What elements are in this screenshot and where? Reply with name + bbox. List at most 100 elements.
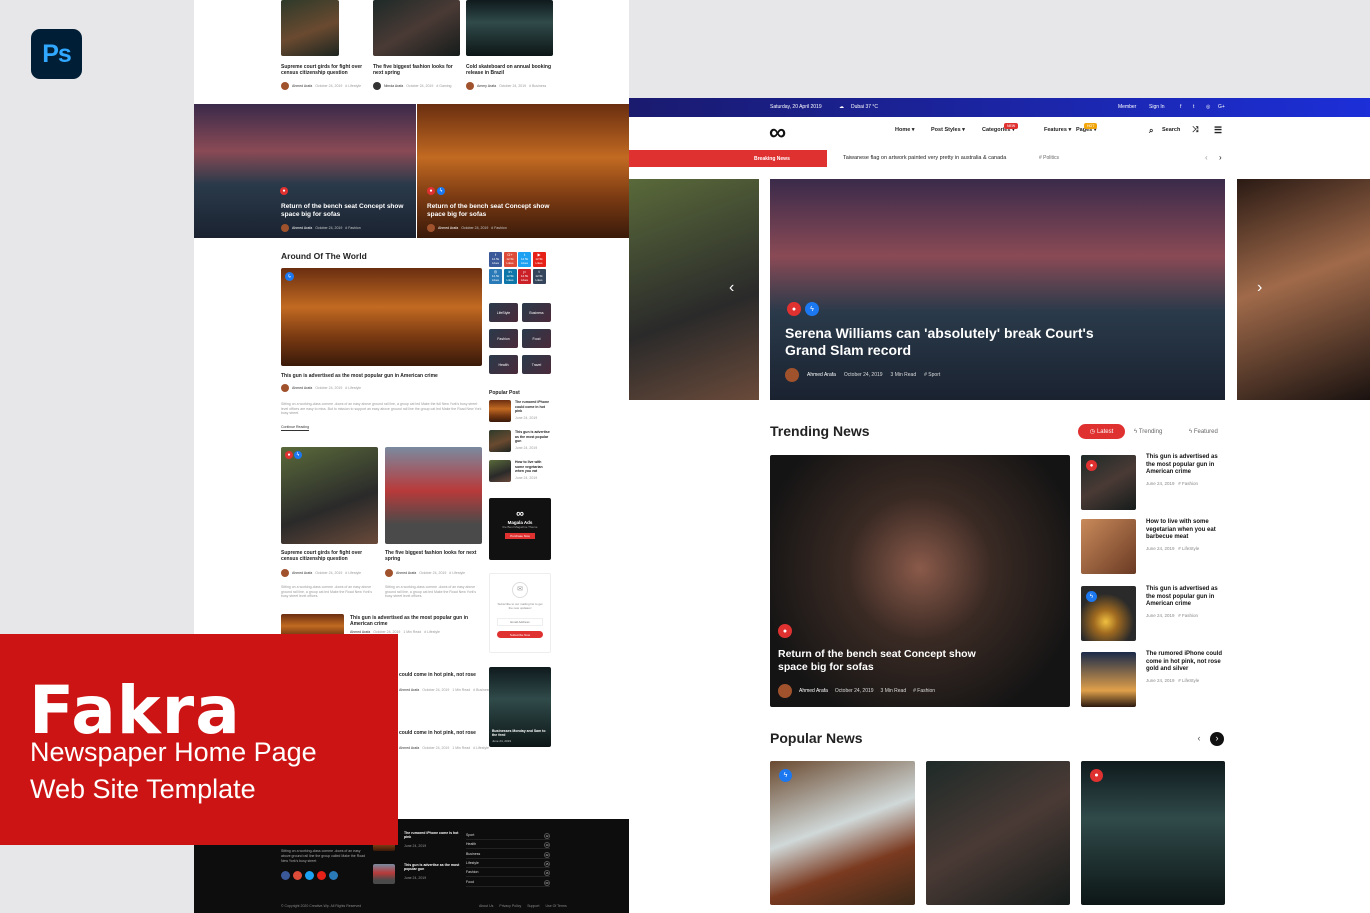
category-tile[interactable]: Health (489, 355, 518, 374)
slider-card[interactable]: Businesses Monday and Sam to the feed Ju… (489, 667, 551, 747)
trending-main-title[interactable]: Return of the bench seat Concept show sp… (778, 648, 998, 674)
ad-purchase-button[interactable]: Purchase Now (505, 533, 535, 539)
twitter-icon[interactable] (305, 871, 314, 880)
footer-post[interactable]: This gun is advertise as the most popula… (404, 863, 462, 871)
site-logo-icon[interactable]: ∞ (769, 121, 786, 145)
trend-thumb[interactable] (1081, 652, 1136, 707)
google-plus-icon[interactable]: G+ (1218, 104, 1225, 110)
chevron-right-icon[interactable]: › (1219, 153, 1222, 162)
card-image[interactable] (281, 0, 339, 56)
nav-features[interactable]: Features ▾ (1044, 127, 1071, 133)
card-title[interactable]: The five biggest fashion looks for next … (373, 64, 458, 76)
popular-card-image[interactable]: ● (1081, 761, 1225, 905)
footer-thumb[interactable] (373, 864, 395, 884)
footer-category[interactable]: Fashion 16 (466, 870, 550, 878)
hero-image[interactable]: ● ϟ Return of the bench seat Concept sho… (417, 104, 629, 238)
slide-next[interactable]: › (1237, 179, 1370, 400)
category-tile[interactable]: Fashion (489, 329, 518, 348)
hero-image[interactable]: ● Return of the bench seat Concept show … (194, 104, 416, 238)
hero-title[interactable]: Return of the bench seat Concept show sp… (427, 203, 552, 219)
trend-item[interactable]: This gun is advertised as the most popul… (1146, 586, 1218, 618)
footer-category[interactable]: Lifestyle 15 (466, 860, 550, 868)
tab-latest[interactable]: ◷ Latest (1078, 424, 1125, 439)
popular-thumb[interactable] (489, 460, 511, 482)
social-counter[interactable]: ▶ 12.5k Likes (532, 252, 546, 267)
popular-thumb[interactable] (489, 400, 511, 422)
trend-thumb[interactable]: ϟ (1081, 586, 1136, 641)
trend-item[interactable]: This gun is advertised as the most popul… (1146, 454, 1218, 486)
chevron-left-icon[interactable]: ‹ (1205, 153, 1208, 162)
chevron-right-icon[interactable]: › (1210, 732, 1224, 746)
footer-category[interactable]: Business 22 (466, 851, 550, 859)
article-image[interactable]: ϟ (281, 268, 482, 366)
popular-post[interactable]: How to live with some vegetarian when yo… (515, 460, 551, 474)
tab-trending[interactable]: ϟ Trending (1134, 429, 1162, 435)
card-title[interactable]: Cold skateboard on annual booking releas… (466, 64, 551, 76)
chevron-right-icon[interactable]: › (1257, 279, 1262, 297)
article-title[interactable]: This gun is advertised as the most popul… (281, 373, 482, 379)
footer-post[interactable]: The rumored iPhone come is hot pink (404, 831, 462, 839)
popular-post[interactable]: The rumored iPhone could come in hot pin… (515, 400, 551, 414)
category-tile[interactable]: Travel (522, 355, 551, 374)
facebook-icon[interactable] (281, 871, 290, 880)
chevron-left-icon[interactable]: ‹ (729, 279, 734, 297)
social-counter[interactable]: f 12.5k Likes (489, 252, 502, 267)
popular-thumb[interactable] (489, 430, 511, 452)
slide-prev[interactable]: ‹ (629, 179, 759, 400)
nav-post-styles[interactable]: Post Styles ▾ (931, 127, 965, 133)
social-counter[interactable]: in 12.5k Likes (503, 269, 517, 284)
breaking-text[interactable]: Taiwanese flag on artwork painted very p… (843, 155, 1006, 161)
card-title[interactable]: Supreme court girds for fight over censu… (281, 64, 366, 76)
footer-link[interactable]: Support (527, 904, 539, 909)
article-title[interactable]: The five biggest fashion looks for next … (385, 550, 482, 562)
category-tile[interactable]: LifeStyle (489, 303, 518, 322)
instagram-icon[interactable] (329, 871, 338, 880)
trend-thumb[interactable]: ● (1081, 455, 1136, 510)
google-plus-icon[interactable] (293, 871, 302, 880)
popular-card-image[interactable]: ϟ (770, 761, 915, 905)
menu-icon[interactable]: ☰ (1214, 125, 1222, 136)
continue-reading-link[interactable]: Continue Reading (281, 425, 310, 431)
footer-link[interactable]: About Us (479, 904, 493, 909)
shuffle-icon[interactable]: ⤨ (1192, 125, 1198, 135)
twitter-icon[interactable]: t (1193, 104, 1194, 110)
list-title[interactable]: This gun is advertised as the most popul… (350, 615, 480, 627)
trend-thumb[interactable] (1081, 519, 1136, 574)
social-counter[interactable]: t 12.5k Likes (532, 269, 546, 284)
search-icon[interactable]: ⌕ (1149, 126, 1153, 136)
breaking-category[interactable]: # Politics (1039, 155, 1059, 161)
hero-title[interactable]: Return of the bench seat Concept show sp… (281, 203, 406, 219)
category-tile[interactable]: Food (522, 329, 551, 348)
popular-post[interactable]: This gun is advertise as the most popula… (515, 430, 551, 444)
article-image[interactable] (385, 447, 482, 544)
search-label[interactable]: Search (1162, 127, 1180, 133)
list-title[interactable]: could come in hot pink, not rose (399, 672, 489, 678)
card-image[interactable] (373, 0, 460, 56)
social-counter[interactable]: t 12.5k Likes (518, 252, 531, 267)
article-title[interactable]: Supreme court girds for fight over censu… (281, 550, 378, 562)
youtube-icon[interactable] (317, 871, 326, 880)
trending-main[interactable]: ● Return of the bench seat Concept show … (770, 455, 1070, 707)
footer-category[interactable]: Health 10 (466, 842, 550, 850)
card-image[interactable] (466, 0, 553, 56)
instagram-icon[interactable]: ◎ (1206, 104, 1210, 110)
popular-card-image[interactable] (926, 761, 1070, 905)
subscribe-button[interactable]: Subscribe Now (497, 631, 543, 638)
social-counter[interactable]: ◎ 12.5k Likes (489, 269, 502, 284)
hero-title[interactable]: Serena Williams can 'absolutely' break C… (785, 325, 1105, 359)
category-tile[interactable]: Business (522, 303, 551, 322)
ad-banner[interactable]: ∞ Magala Ads the Best Magazine Theme Pur… (489, 498, 551, 560)
footer-link[interactable]: Use Of Terms (545, 904, 566, 909)
chevron-left-icon[interactable]: ‹ (1192, 732, 1206, 746)
signin-link[interactable]: Sign In (1149, 104, 1165, 110)
article-image[interactable]: ● ϟ (281, 447, 378, 544)
footer-category[interactable]: Food 09 (466, 879, 550, 887)
social-counter[interactable]: p 12.5k Likes (518, 269, 531, 284)
facebook-icon[interactable]: f (1180, 104, 1181, 110)
footer-link[interactable]: Privacy Policy (499, 904, 521, 909)
tab-featured[interactable]: ϟ Featured (1189, 429, 1218, 435)
trend-item[interactable]: The rumored iPhone could come in hot pin… (1146, 651, 1226, 683)
social-counter[interactable]: G+ 12.5k Likes (503, 252, 517, 267)
email-input[interactable] (497, 618, 543, 626)
nav-home[interactable]: Home ▾ (895, 127, 915, 133)
